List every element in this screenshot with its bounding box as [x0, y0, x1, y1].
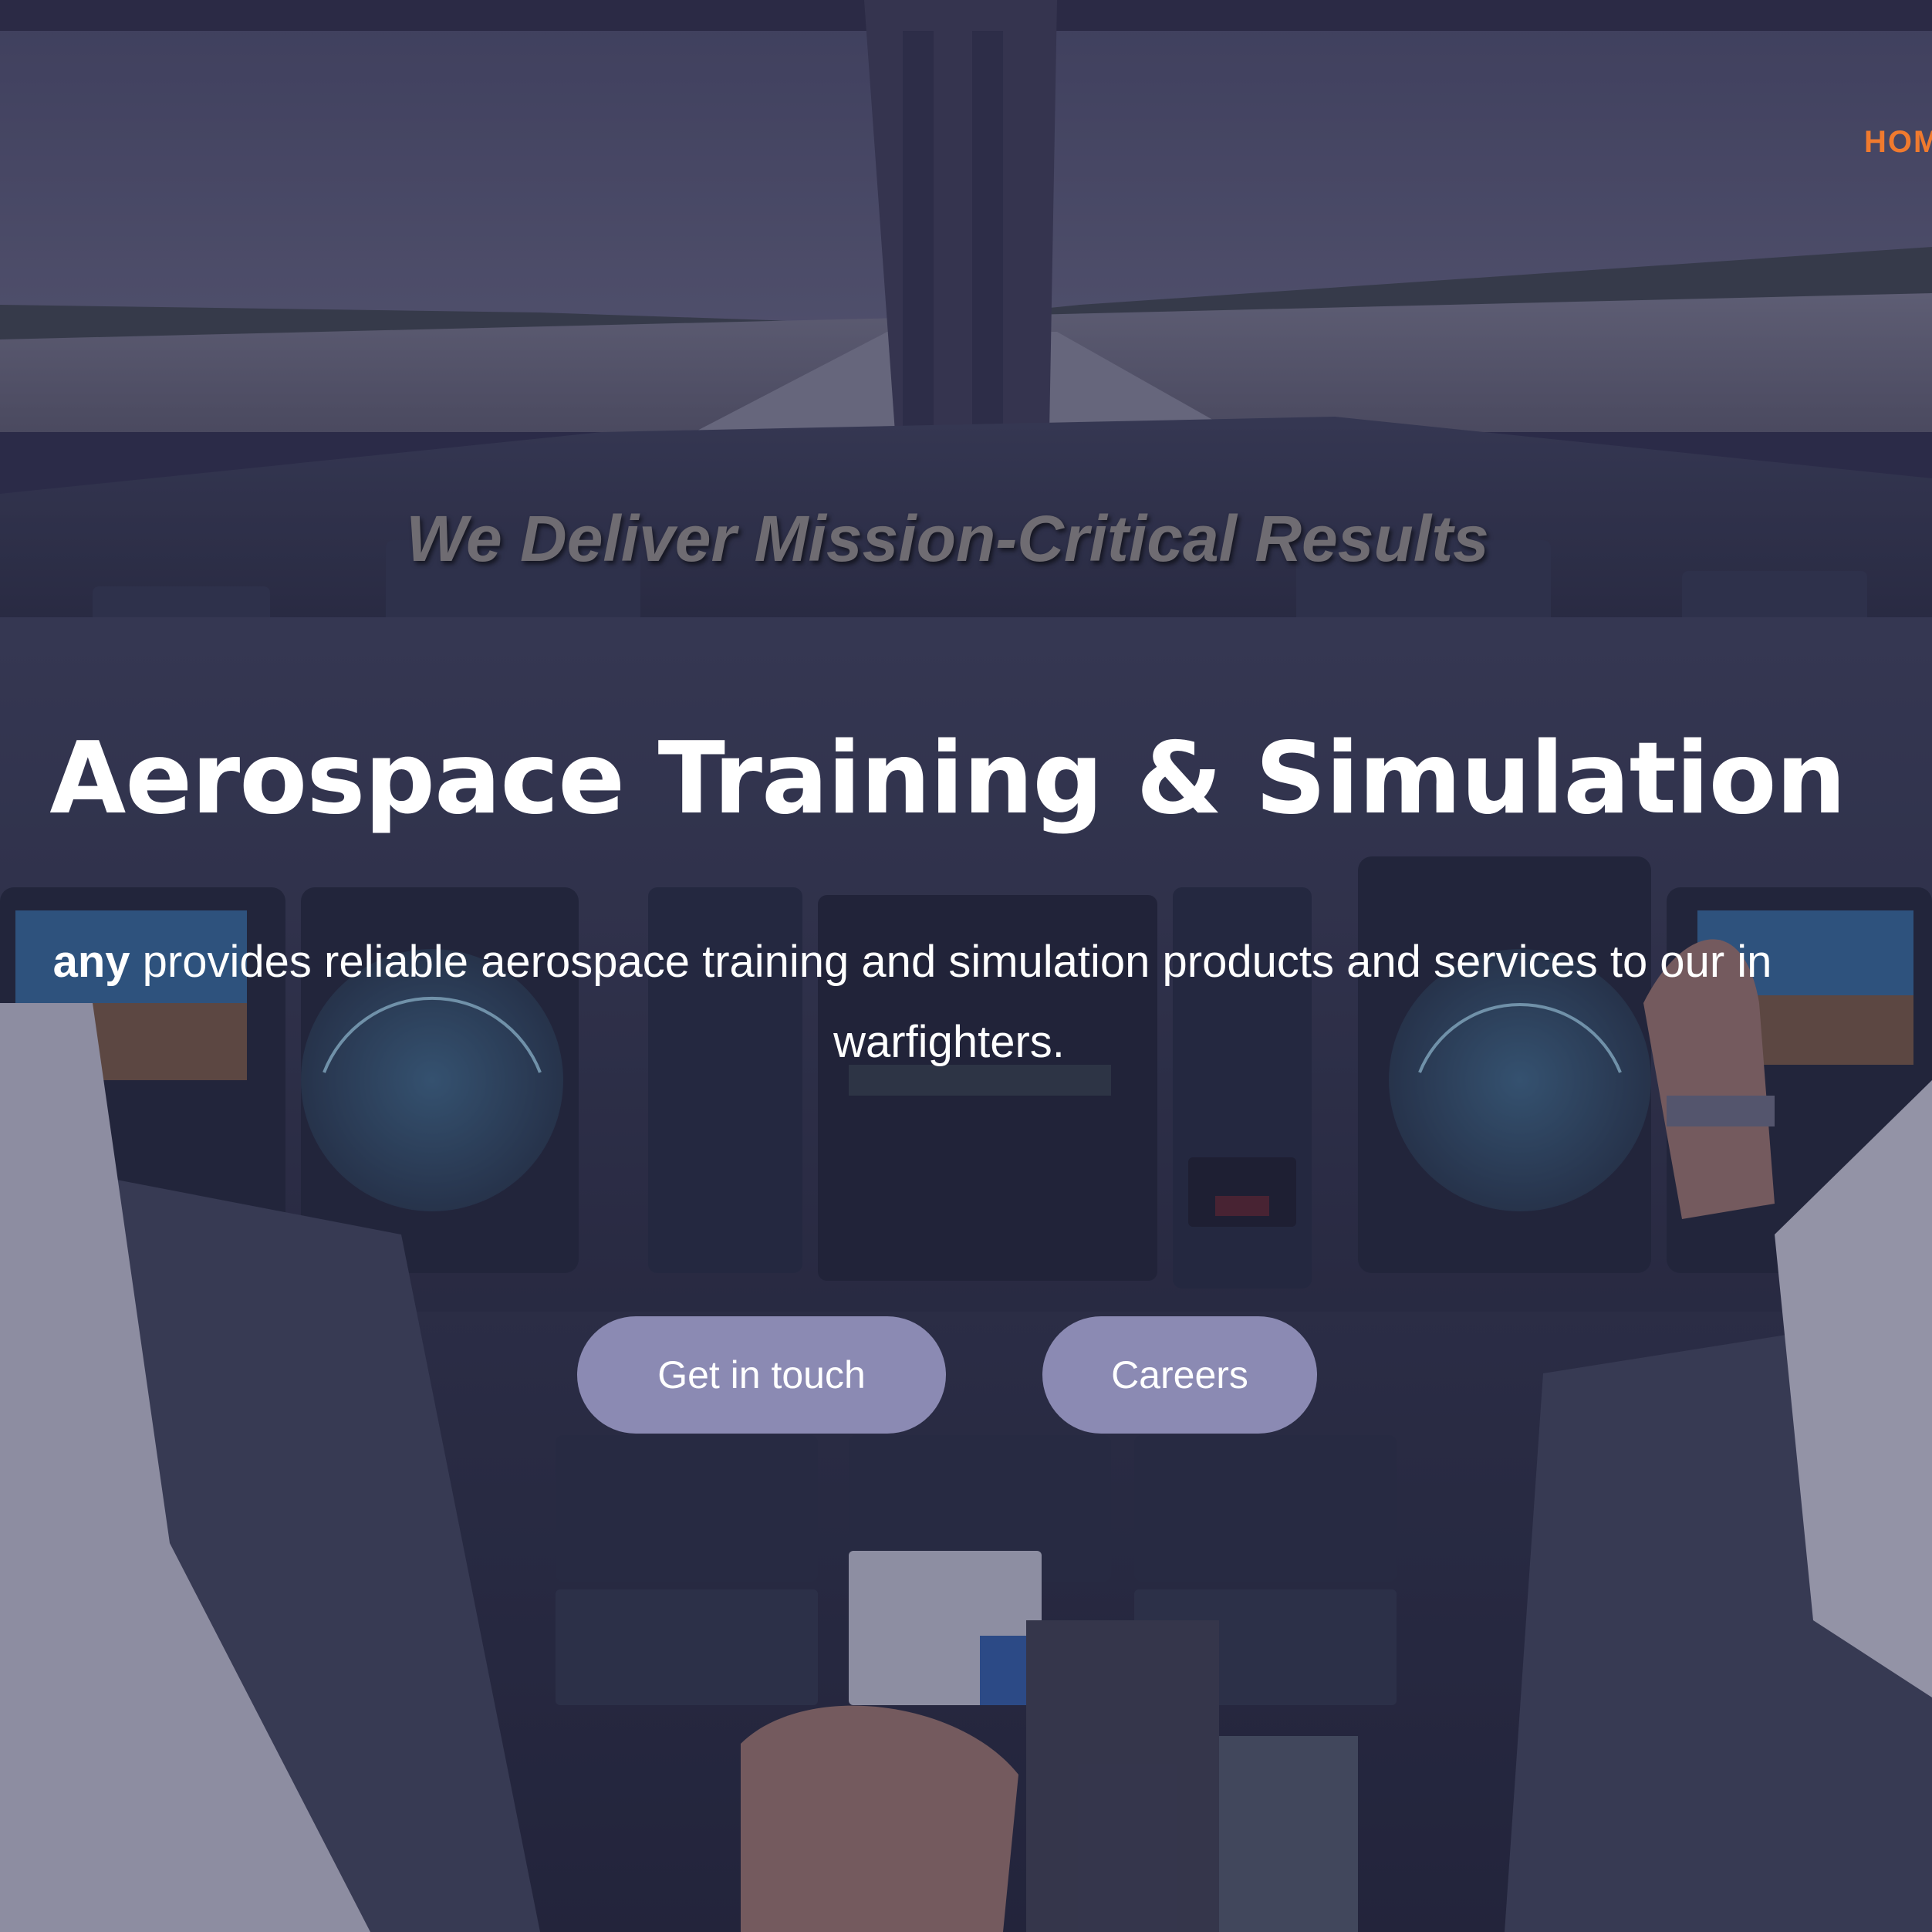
hero-description: any provides reliable aerospace training…	[0, 922, 1932, 1083]
hero-description-text: provides reliable aerospace training and…	[130, 937, 1772, 987]
hero-description-line2: warfighters.	[833, 1017, 1065, 1067]
careers-button[interactable]: Careers	[1042, 1316, 1317, 1434]
nav-item-home[interactable]: HOME	[1864, 125, 1932, 160]
hero-section: HOME We Deliver Mission-Critical Results…	[0, 0, 1932, 1932]
hero-description-line1: any provides reliable aerospace training…	[0, 922, 1932, 1002]
company-name-fragment: any	[52, 937, 130, 987]
hero-tagline: We Deliver Mission-Critical Results	[406, 502, 1489, 575]
get-in-touch-button[interactable]: Get in touch	[577, 1316, 946, 1434]
hero-headline: Aerospace Training & Simulation	[49, 721, 1846, 836]
